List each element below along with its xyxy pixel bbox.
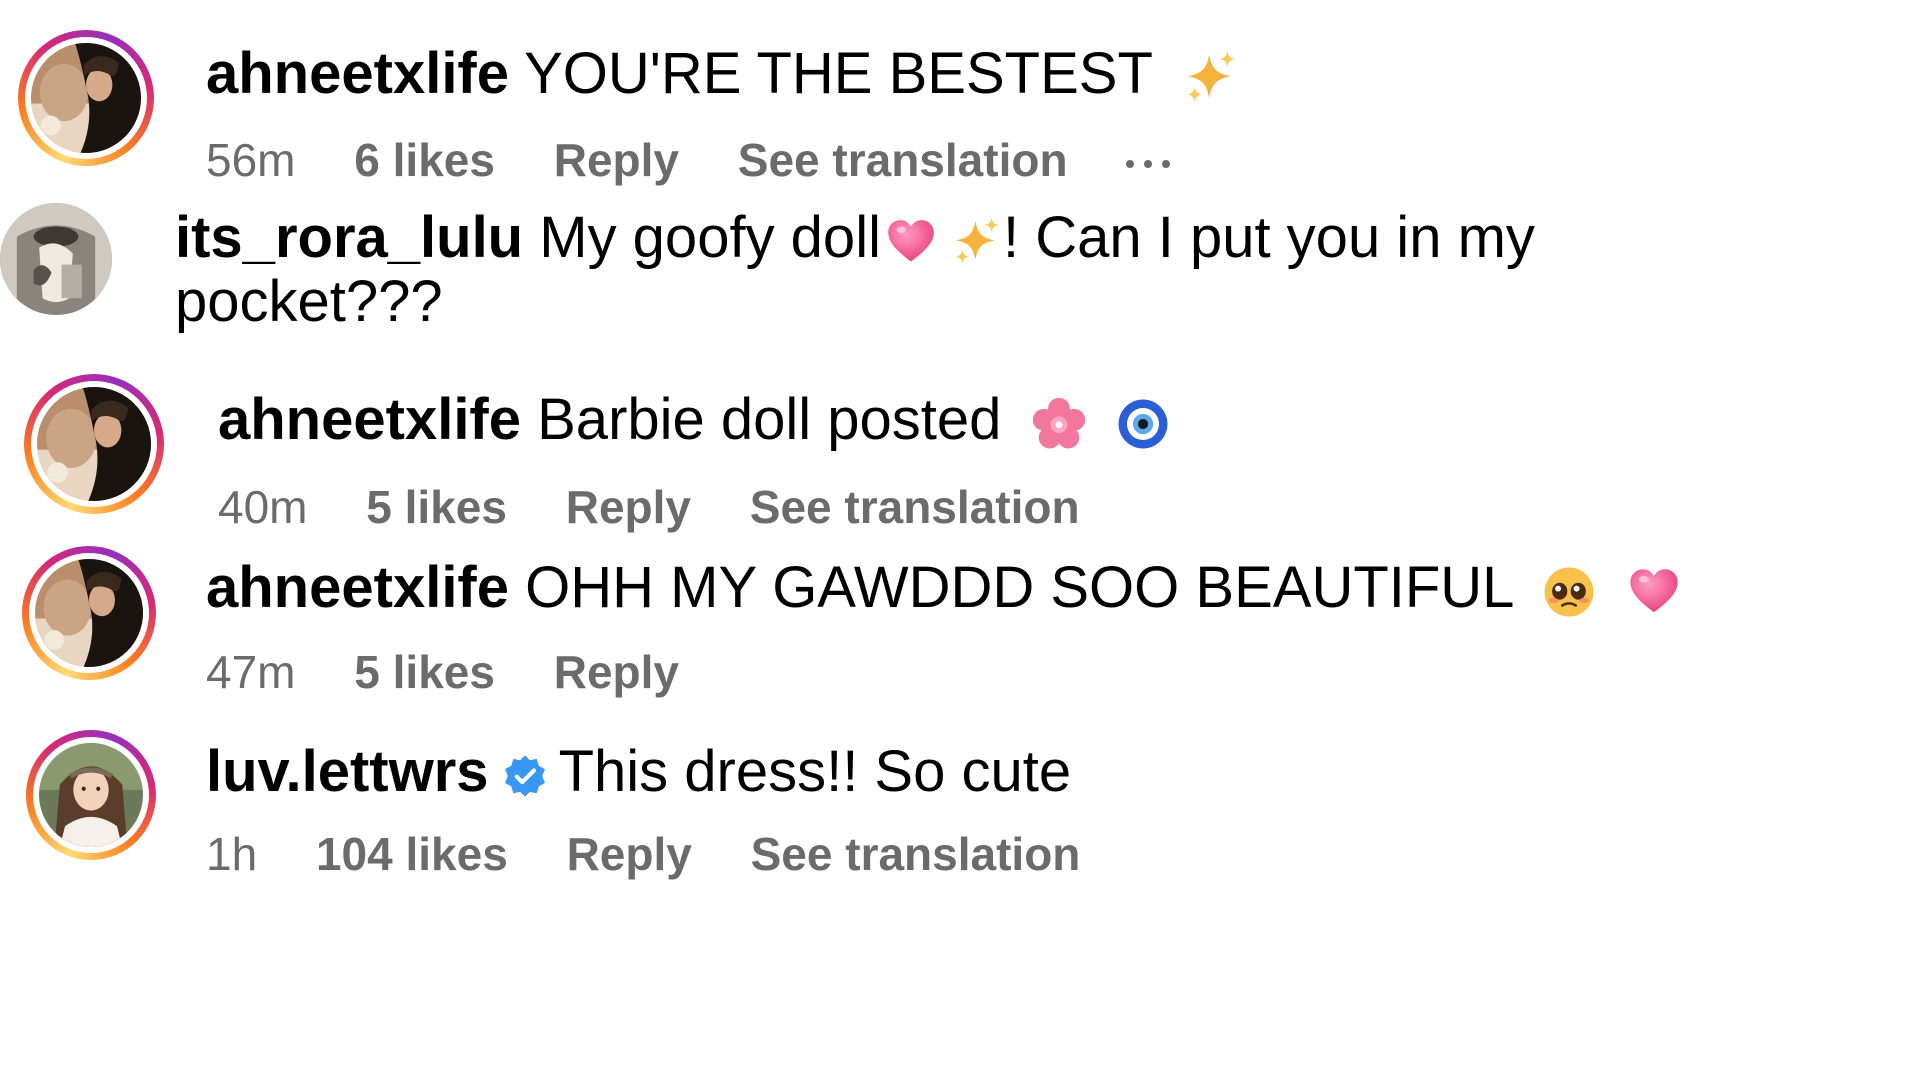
comment-text: OHH MY GAWDDD SOO BEAUTIFUL	[525, 555, 1513, 620]
pleading-face-icon	[1542, 565, 1596, 619]
sparkles-icon	[1182, 49, 1240, 107]
avatar[interactable]	[22, 546, 156, 680]
verified-badge-icon	[503, 754, 547, 798]
avatar[interactable]	[0, 203, 112, 315]
reply-button[interactable]: Reply	[554, 134, 679, 186]
comment-text: YOU'RE THE BESTEST	[524, 41, 1152, 106]
comment-text: My goofy doll	[539, 205, 881, 270]
likes-count[interactable]: 104 likes	[316, 828, 508, 880]
more-options-icon[interactable]	[1126, 159, 1171, 168]
pink-heart-icon	[1627, 565, 1681, 619]
timestamp: 56m	[206, 134, 296, 186]
username[interactable]: ahneetxlife	[206, 41, 509, 106]
avatar[interactable]	[18, 30, 154, 166]
reply-button[interactable]: Reply	[567, 828, 692, 880]
nazar-amulet-icon	[1116, 397, 1170, 451]
comment-text-continued: ! Can I put you in my	[1002, 205, 1535, 270]
comment-text-line-2: pocket???	[175, 269, 443, 334]
username[interactable]: its_rora_lulu	[175, 205, 523, 270]
username[interactable]: ahneetxlife	[218, 387, 521, 452]
reply-button[interactable]: Reply	[566, 481, 691, 533]
profile-photo	[0, 203, 112, 315]
avatar[interactable]	[24, 374, 164, 514]
see-translation-button[interactable]: See translation	[738, 134, 1068, 186]
profile-photo	[37, 387, 151, 501]
avatar[interactable]	[26, 730, 156, 860]
username[interactable]: ahneetxlife	[206, 555, 509, 620]
comment-text: This dress!! So cute	[558, 739, 1072, 804]
timestamp: 47m	[206, 646, 296, 698]
profile-photo	[31, 43, 141, 153]
profile-photo	[35, 559, 143, 667]
profile-photo	[39, 743, 143, 847]
timestamp: 1h	[206, 828, 258, 880]
see-translation-button[interactable]: See translation	[750, 481, 1080, 533]
see-translation-button[interactable]: See translation	[751, 828, 1081, 880]
likes-count[interactable]: 6 likes	[354, 134, 495, 186]
comment-text: Barbie doll posted	[537, 387, 1002, 452]
sparkles-icon	[951, 216, 1003, 268]
cherry-blossom-icon	[1032, 397, 1086, 451]
username[interactable]: luv.lettwrs	[206, 739, 489, 804]
pink-heart-icon	[885, 216, 937, 268]
likes-count[interactable]: 5 likes	[366, 481, 507, 533]
likes-count[interactable]: 5 likes	[354, 646, 495, 698]
timestamp: 40m	[218, 481, 308, 533]
reply-button[interactable]: Reply	[554, 646, 679, 698]
